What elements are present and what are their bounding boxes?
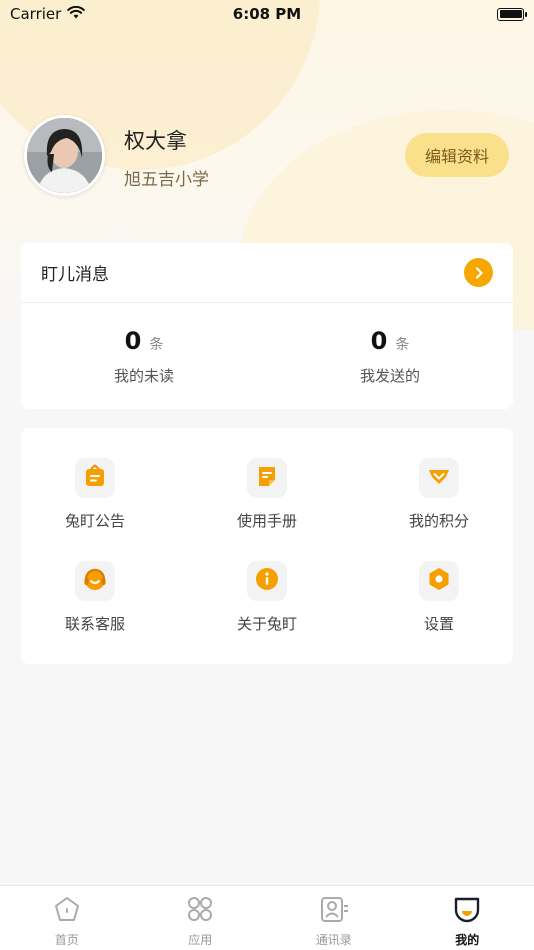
profile-icon — [452, 895, 482, 927]
tab-contacts[interactable]: 通讯录 — [267, 886, 401, 950]
tab-profile[interactable]: 我的 — [401, 886, 534, 950]
feature-label: 使用手册 — [236, 512, 297, 530]
feature-label: 联系客服 — [64, 615, 125, 633]
home-icon — [53, 895, 81, 927]
sent-unit: 条 — [395, 337, 410, 353]
tab-bar: 首页 应用 通讯录 我的 — [0, 885, 534, 950]
stat-unread[interactable]: 0条 我的未读 — [21, 303, 267, 408]
tab-apps[interactable]: 应用 — [134, 886, 268, 950]
wifi-icon — [67, 5, 86, 23]
unread-label: 我的未读 — [113, 367, 174, 385]
manual-icon — [254, 463, 280, 493]
headset-icon — [82, 566, 108, 596]
feature-label: 设置 — [423, 615, 454, 633]
battery-icon — [497, 7, 527, 21]
feature-label: 兔盯公告 — [64, 512, 125, 530]
apps-icon — [186, 895, 214, 927]
status-bar: Carrier 6:08 PM — [0, 0, 534, 28]
feature-manual[interactable]: 使用手册 — [197, 458, 337, 531]
tab-label: 通讯录 — [315, 933, 352, 947]
profile-header: 权大拿 旭五吉小学 编辑资料 — [0, 115, 534, 197]
stat-sent[interactable]: 0条 我发送的 — [267, 303, 513, 408]
announcement-icon — [82, 463, 108, 493]
tab-label: 应用 — [188, 933, 213, 947]
feature-announcement[interactable]: 兔盯公告 — [25, 458, 165, 531]
unread-count: 0 — [124, 327, 142, 355]
points-icon — [426, 463, 452, 493]
user-name: 权大拿 — [124, 129, 187, 153]
user-school: 旭五吉小学 — [124, 170, 209, 190]
messages-card: 盯儿消息 0条 我的未读 0条 我发送的 — [21, 243, 513, 409]
contacts-icon — [319, 895, 349, 927]
messages-header[interactable]: 盯儿消息 — [21, 243, 513, 303]
tab-home[interactable]: 首页 — [0, 886, 134, 950]
tab-label: 首页 — [54, 933, 79, 947]
unread-unit: 条 — [149, 337, 164, 353]
info-icon — [254, 566, 280, 596]
feature-label: 关于兔盯 — [236, 615, 297, 633]
settings-icon — [426, 566, 452, 596]
tab-label: 我的 — [455, 933, 480, 947]
sent-count: 0 — [370, 327, 388, 355]
avatar[interactable] — [24, 115, 105, 196]
messages-title: 盯儿消息 — [41, 265, 109, 285]
sent-label: 我发送的 — [359, 367, 420, 385]
feature-label: 我的积分 — [408, 512, 469, 530]
carrier-label: Carrier — [10, 5, 62, 23]
feature-about[interactable]: 关于兔盯 — [197, 561, 337, 634]
feature-support[interactable]: 联系客服 — [25, 561, 165, 634]
edit-profile-button[interactable]: 编辑资料 — [405, 133, 509, 177]
features-card: 兔盯公告 使用手册 我的积分 联系客服 关于兔盯 设置 — [21, 428, 513, 664]
feature-settings[interactable]: 设置 — [369, 561, 509, 634]
feature-points[interactable]: 我的积分 — [369, 458, 509, 531]
chevron-right-icon[interactable] — [464, 258, 493, 287]
